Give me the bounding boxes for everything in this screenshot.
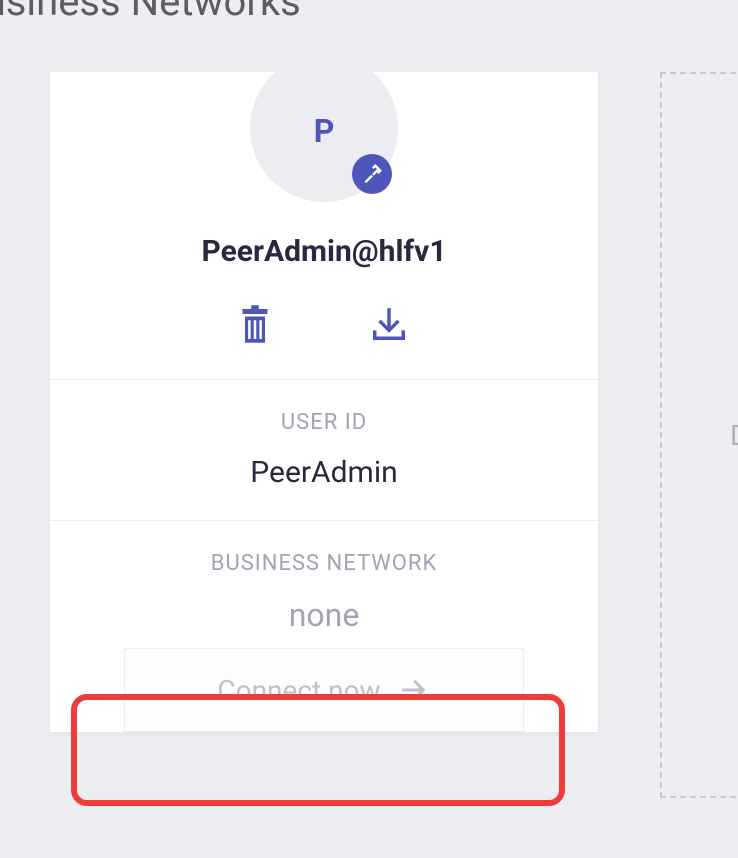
- hammer-icon: [362, 164, 382, 184]
- connect-button[interactable]: Connect now: [124, 648, 524, 732]
- network-card: P PeerAdmin@hlfv1: [50, 72, 598, 732]
- edit-button[interactable]: [352, 154, 392, 194]
- user-id-value: PeerAdmin: [70, 455, 578, 490]
- avatar-letter: P: [314, 112, 335, 150]
- arrow-right-icon: [397, 676, 431, 704]
- card-header: P PeerAdmin@hlfv1: [50, 72, 598, 380]
- download-icon: [370, 305, 408, 343]
- page-title: My Business Networks: [0, 0, 301, 25]
- avatar-wrap: P: [250, 72, 398, 202]
- placeholder-card[interactable]: D: [660, 72, 738, 798]
- card-title: PeerAdmin@hlfv1: [201, 234, 446, 269]
- placeholder-text: D: [730, 419, 738, 452]
- download-button[interactable]: [370, 305, 408, 343]
- user-id-section: USER ID PeerAdmin: [50, 380, 598, 521]
- trash-icon: [240, 305, 270, 343]
- delete-button[interactable]: [240, 305, 270, 343]
- business-network-label: BUSINESS NETWORK: [70, 551, 578, 576]
- connect-label: Connect now: [217, 674, 380, 707]
- user-id-label: USER ID: [70, 410, 578, 435]
- business-network-value: none: [70, 596, 578, 634]
- card-actions: [240, 305, 408, 343]
- business-network-section: BUSINESS NETWORK none: [50, 521, 598, 638]
- connect-row: Connect now: [50, 638, 598, 732]
